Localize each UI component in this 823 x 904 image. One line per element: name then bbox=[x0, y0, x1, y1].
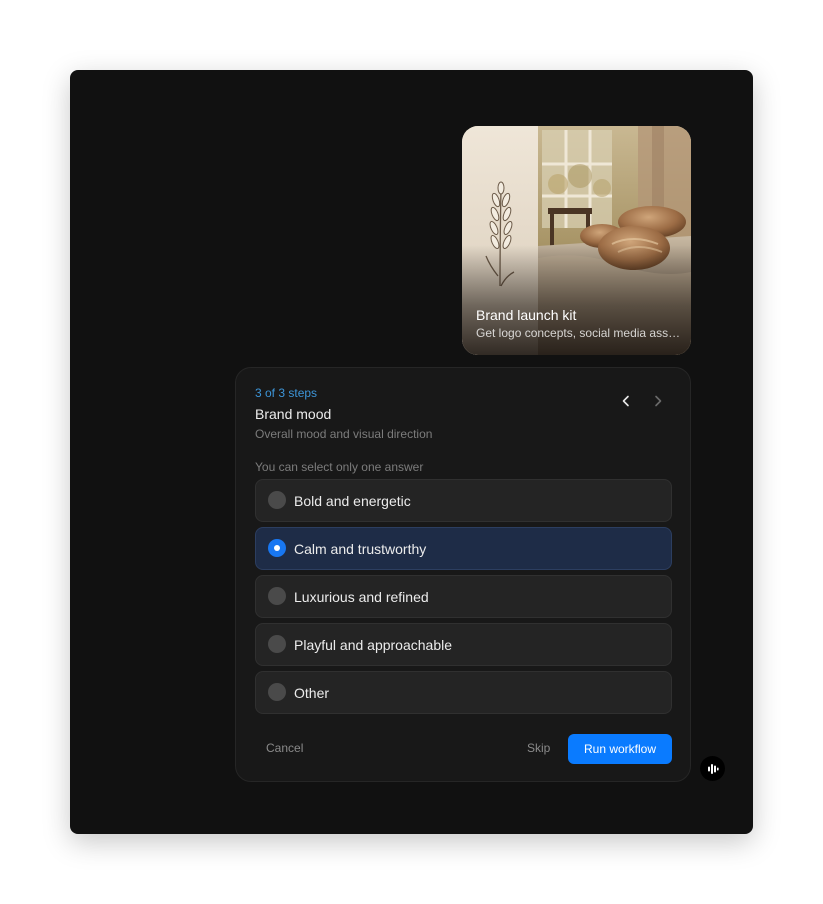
promo-card[interactable]: Brand launch kit Get logo concepts, soci… bbox=[462, 126, 691, 355]
option-playful-and-approachable[interactable]: Playful and approachable bbox=[255, 623, 672, 666]
radio-button[interactable] bbox=[268, 683, 286, 701]
option-luxurious-and-refined[interactable]: Luxurious and refined bbox=[255, 575, 672, 618]
skip-button[interactable]: Skip bbox=[527, 741, 550, 755]
options-list: Bold and energetic Calm and trustworthy … bbox=[255, 479, 672, 719]
step-counter: 3 of 3 steps bbox=[255, 386, 318, 400]
cancel-button[interactable]: Cancel bbox=[266, 741, 303, 755]
run-workflow-button[interactable]: Run workflow bbox=[568, 734, 672, 764]
option-label: Calm and trustworthy bbox=[294, 541, 427, 557]
audio-bars-icon bbox=[707, 763, 719, 774]
option-label: Luxurious and refined bbox=[294, 589, 429, 605]
voice-assistant-button[interactable] bbox=[700, 756, 725, 781]
next-step-button[interactable] bbox=[648, 391, 668, 411]
question-description: Overall mood and visual direction bbox=[255, 427, 433, 441]
promo-title: Brand launch kit bbox=[476, 307, 577, 323]
radio-button-selected[interactable] bbox=[268, 539, 286, 557]
selection-hint: You can select only one answer bbox=[255, 460, 424, 474]
question-panel: 3 of 3 steps Brand mood Overall mood and… bbox=[235, 367, 691, 782]
question-title: Brand mood bbox=[255, 406, 332, 422]
option-bold-and-energetic[interactable]: Bold and energetic bbox=[255, 479, 672, 522]
radio-button[interactable] bbox=[268, 635, 286, 653]
chevron-right-icon bbox=[655, 395, 662, 407]
promo-subtitle: Get logo concepts, social media assets a… bbox=[476, 326, 681, 340]
option-other[interactable]: Other bbox=[255, 671, 672, 714]
previous-step-button[interactable] bbox=[616, 391, 636, 411]
chevron-left-icon bbox=[622, 395, 629, 407]
option-calm-and-trustworthy[interactable]: Calm and trustworthy bbox=[255, 527, 672, 570]
option-label: Other bbox=[294, 685, 330, 701]
app-window: Brand launch kit Get logo concepts, soci… bbox=[70, 70, 753, 834]
radio-button[interactable] bbox=[268, 491, 286, 509]
option-label: Playful and approachable bbox=[294, 637, 453, 653]
radio-button[interactable] bbox=[268, 587, 286, 605]
option-label: Bold and energetic bbox=[294, 493, 411, 509]
